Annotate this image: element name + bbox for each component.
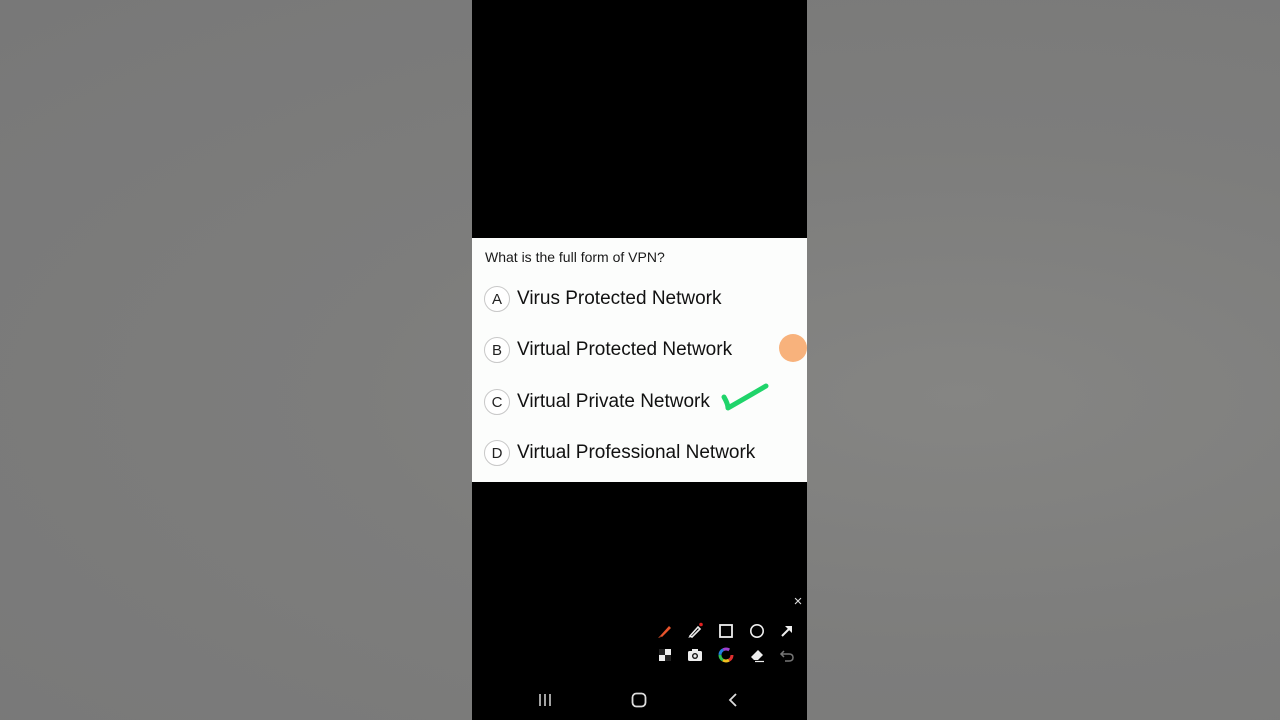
- quiz-question: What is the full form of VPN?: [485, 249, 665, 265]
- option-letter: D: [484, 440, 510, 466]
- quiz-card: What is the full form of VPN? A Virus Pr…: [472, 238, 807, 482]
- option-letter: A: [484, 286, 510, 312]
- option-a[interactable]: A Virus Protected Network: [484, 284, 722, 314]
- checkmark-annotation: [721, 383, 769, 411]
- option-b[interactable]: B Virtual Protected Network: [484, 335, 732, 365]
- rectangle-icon[interactable]: [715, 620, 737, 642]
- annotation-toolbar: ×: [650, 590, 807, 670]
- eraser-icon[interactable]: [746, 644, 768, 666]
- circle-icon[interactable]: [746, 620, 768, 642]
- back-icon[interactable]: [721, 688, 745, 712]
- phone-screen: What is the full form of VPN? A Virus Pr…: [472, 0, 807, 720]
- option-d[interactable]: D Virtual Professional Network: [484, 438, 755, 468]
- recents-icon[interactable]: [533, 688, 557, 712]
- option-text: Virus Protected Network: [517, 288, 722, 309]
- option-text: Virtual Private Network: [517, 391, 710, 412]
- home-icon[interactable]: [627, 688, 651, 712]
- option-text: Virtual Professional Network: [517, 442, 756, 463]
- arrow-icon[interactable]: [776, 620, 798, 642]
- option-text: Virtual Protected Network: [517, 339, 733, 360]
- mosaic-icon[interactable]: [654, 644, 676, 666]
- option-letter: B: [484, 337, 510, 363]
- navigation-bar: [472, 680, 807, 720]
- color-wheel-icon[interactable]: [715, 644, 737, 666]
- camera-icon[interactable]: [684, 644, 706, 666]
- option-letter: C: [484, 389, 510, 415]
- touch-indicator: [779, 334, 807, 362]
- undo-icon[interactable]: [776, 644, 798, 666]
- pen-icon[interactable]: [654, 620, 676, 642]
- highlighter-icon[interactable]: [684, 620, 706, 642]
- close-icon[interactable]: ×: [787, 590, 807, 612]
- option-c[interactable]: C Virtual Private Network: [484, 387, 710, 417]
